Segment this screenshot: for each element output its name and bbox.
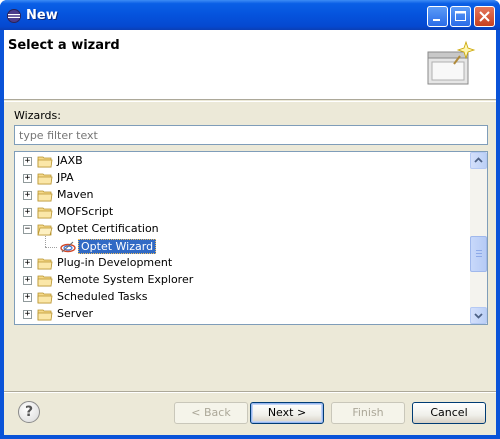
filter-input[interactable]: [14, 125, 488, 145]
grip-line: [476, 253, 482, 254]
expand-icon[interactable]: +: [23, 293, 32, 302]
tree-item-label: JAXB: [57, 154, 83, 167]
wizard-banner-icon: [427, 40, 476, 85]
scroll-up-button[interactable]: [470, 152, 487, 169]
scroll-thumb[interactable]: [470, 236, 487, 272]
tree-item-mofscript[interactable]: + MOFScript: [15, 204, 467, 221]
wizard-banner: Select a wizard: [4, 30, 496, 100]
tree-item-scheduled-tasks[interactable]: + Scheduled Tasks: [15, 289, 467, 306]
dialog-body: Select a wizard Wizards: + JAXB +: [4, 30, 496, 435]
tree-item-remote-system-explorer[interactable]: + Remote System Explorer: [15, 272, 467, 289]
wizard-tree[interactable]: + JAXB + JPA + Maven + MOFScript − Optet…: [14, 151, 488, 325]
close-icon: [479, 11, 490, 22]
folder-icon: [37, 190, 53, 202]
expand-icon[interactable]: +: [23, 276, 32, 285]
tree-item-label: Optet Certification: [57, 222, 159, 235]
tree-item-label: Scheduled Tasks: [57, 290, 148, 303]
collapse-icon[interactable]: −: [23, 225, 32, 234]
folder-icon: [37, 156, 53, 168]
grip-line: [476, 256, 482, 257]
wizard-icon: [60, 241, 76, 253]
folder-icon: [37, 309, 53, 321]
expand-icon[interactable]: +: [23, 174, 32, 183]
folder-icon: [37, 292, 53, 304]
next-button[interactable]: Next >: [250, 402, 324, 424]
help-button[interactable]: ?: [18, 401, 40, 423]
chevron-down-icon: [474, 313, 483, 319]
new-wizard-dialog: New Select a wizard Wizards: type filter…: [0, 0, 500, 439]
vertical-scrollbar[interactable]: [470, 152, 487, 324]
chevron-up-icon: [474, 157, 483, 163]
folder-icon: [37, 173, 53, 185]
expand-icon[interactable]: +: [23, 208, 32, 217]
tree-item-label: MOFScript: [57, 205, 114, 218]
title-bar[interactable]: New: [0, 0, 500, 30]
back-button[interactable]: < Back: [174, 402, 248, 424]
tree-item-optet-wizard[interactable]: Optet Wizard: [15, 238, 467, 255]
folder-icon: [37, 207, 53, 219]
banner-separator: [4, 101, 496, 102]
tree-item-server[interactable]: + Server: [15, 306, 467, 323]
wizards-label: Wizards:: [14, 109, 61, 122]
scroll-down-button[interactable]: [470, 307, 487, 324]
window-title: New: [26, 8, 58, 23]
tree-item-jaxb[interactable]: + JAXB: [15, 153, 467, 170]
finish-button[interactable]: Finish: [331, 402, 405, 424]
help-icon: ?: [24, 404, 34, 420]
tree-item-label: JPA: [57, 171, 74, 184]
page-title: Select a wizard: [8, 38, 120, 53]
tree-item-optet-certification[interactable]: − Optet Certification: [15, 221, 467, 238]
tree-item-label: Plug-in Development: [57, 256, 173, 269]
folder-open-icon: [37, 224, 53, 236]
tree-item-label: Maven: [57, 188, 94, 201]
expand-icon[interactable]: +: [23, 310, 32, 319]
close-button[interactable]: [474, 6, 495, 27]
button-bar-separator-highlight: [4, 392, 496, 393]
minimize-icon: [433, 19, 440, 21]
maximize-button[interactable]: [450, 6, 471, 27]
tree-item-label: Optet Wizard: [78, 239, 157, 254]
minimize-button[interactable]: [427, 6, 448, 27]
cancel-button[interactable]: Cancel: [412, 402, 486, 424]
tree-item-label: Server: [57, 307, 94, 320]
folder-icon: [37, 275, 53, 287]
grip-line: [476, 250, 482, 251]
expand-icon[interactable]: +: [23, 157, 32, 166]
folder-icon: [37, 258, 53, 270]
maximize-icon: [455, 11, 466, 21]
tree-item-label: Remote System Explorer: [57, 273, 194, 286]
tree-item-maven[interactable]: + Maven: [15, 187, 467, 204]
tree-item-jpa[interactable]: + JPA: [15, 170, 467, 187]
eclipse-icon: [7, 9, 22, 23]
expand-icon[interactable]: +: [23, 259, 32, 268]
expand-icon[interactable]: +: [23, 191, 32, 200]
tree-item-plugin-development[interactable]: + Plug-in Development: [15, 255, 467, 272]
